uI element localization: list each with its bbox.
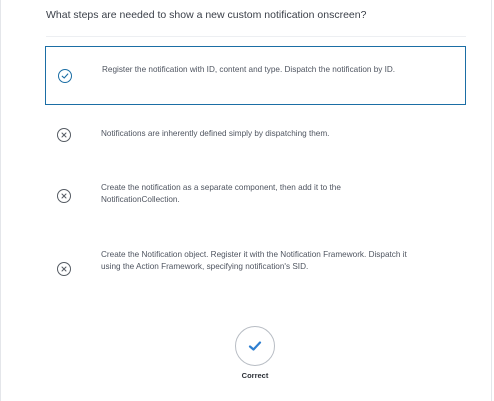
answer-option-1-text: Register the notification with ID, conte… — [102, 65, 396, 74]
question-text: What steps are needed to show a new cust… — [46, 9, 367, 21]
answer-option-4-text: Create the Notification object. Register… — [101, 250, 407, 271]
x-circle-icon — [57, 189, 71, 203]
x-circle-icon — [57, 128, 71, 142]
answer-option-3-text: Create the notification as a separate co… — [101, 183, 341, 204]
left-border — [0, 0, 1, 401]
check-circle-icon — [58, 69, 72, 83]
result-label: Correct — [241, 371, 269, 380]
result-check-badge — [235, 326, 275, 366]
question-divider — [46, 36, 466, 37]
answer-option-4[interactable]: Create the Notification object. Register… — [45, 244, 466, 296]
answer-option-2-text: Notifications are inherently defined sim… — [101, 129, 330, 138]
answer-option-3[interactable]: Create the notification as a separate co… — [45, 176, 466, 216]
right-border — [491, 0, 492, 401]
x-circle-icon — [57, 262, 71, 276]
answer-option-1[interactable]: Register the notification with ID, conte… — [45, 46, 466, 105]
answer-option-2[interactable]: Notifications are inherently defined sim… — [45, 121, 466, 149]
check-icon — [248, 341, 262, 351]
